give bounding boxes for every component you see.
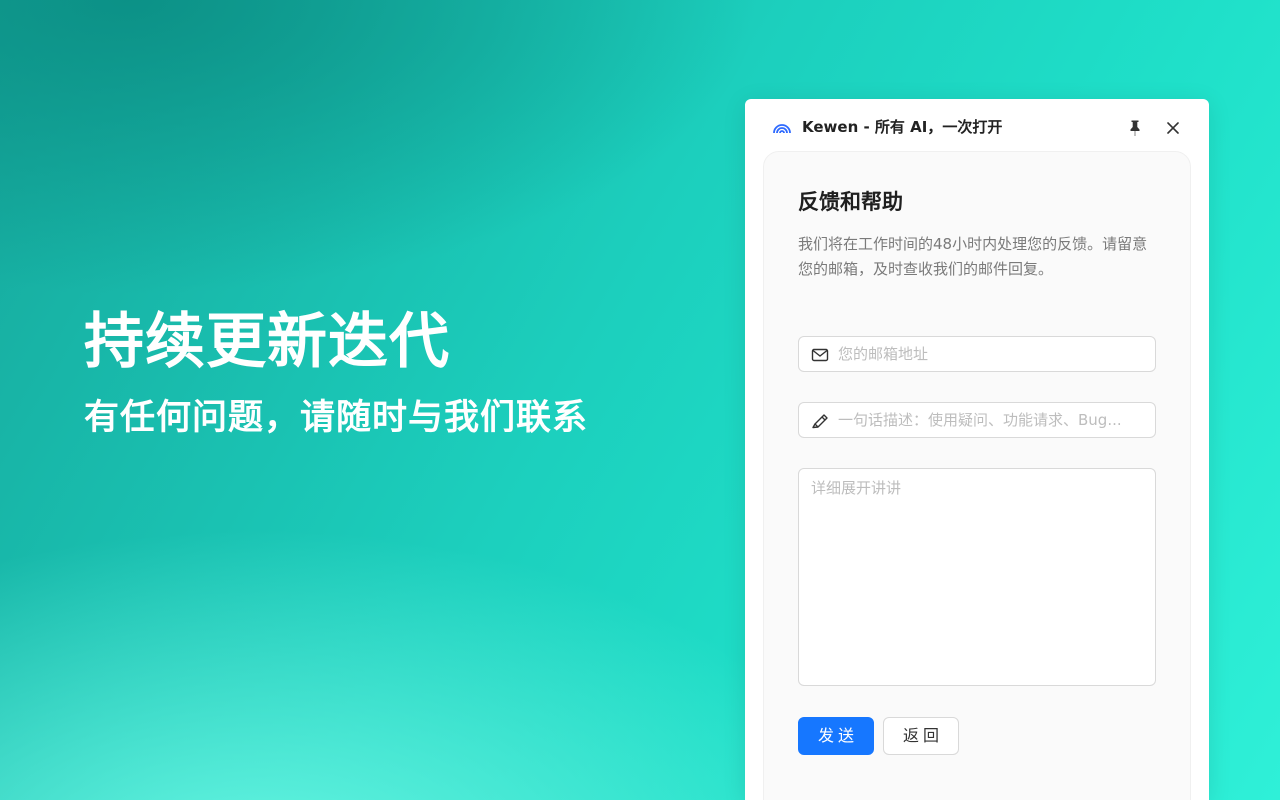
- feedback-panel: 反馈和帮助 我们将在工作时间的48小时内处理您的反馈。请留意您的邮箱，及时查收我…: [763, 151, 1191, 800]
- feedback-heading: 反馈和帮助: [798, 190, 903, 214]
- send-button[interactable]: 发送: [798, 717, 874, 755]
- details-field[interactable]: [798, 468, 1156, 686]
- rainbow-arc-icon: [772, 117, 792, 137]
- window-title: Kewen - 所有 AI，一次打开: [802, 118, 1003, 136]
- hero: 持续更新迭代 有任何问题，请随时与我们联系: [84, 300, 588, 446]
- close-icon[interactable]: [1163, 118, 1183, 138]
- back-button[interactable]: 返回: [883, 717, 959, 755]
- email-field[interactable]: [798, 336, 1156, 372]
- hero-title: 持续更新迭代: [84, 307, 450, 377]
- hero-subtitle: 有任何问题，请随时与我们联系: [84, 398, 589, 438]
- feedback-description: 我们将在工作时间的48小时内处理您的反馈。请留意您的邮箱，及时查收我们的邮件回复…: [798, 235, 1148, 278]
- summary-field[interactable]: [798, 402, 1156, 438]
- highlighter-icon: [811, 412, 829, 430]
- window-titlebar[interactable]: Kewen - 所有 AI，一次打开: [745, 99, 1209, 155]
- summary-input[interactable]: [838, 403, 1148, 437]
- pin-icon[interactable]: [1125, 118, 1145, 138]
- feedback-window: Kewen - 所有 AI，一次打开 反馈和帮助 我们将在工作时间的48小时内处…: [745, 99, 1209, 800]
- mail-icon: [811, 346, 829, 364]
- details-textarea[interactable]: [811, 477, 1143, 677]
- email-input[interactable]: [838, 337, 1148, 371]
